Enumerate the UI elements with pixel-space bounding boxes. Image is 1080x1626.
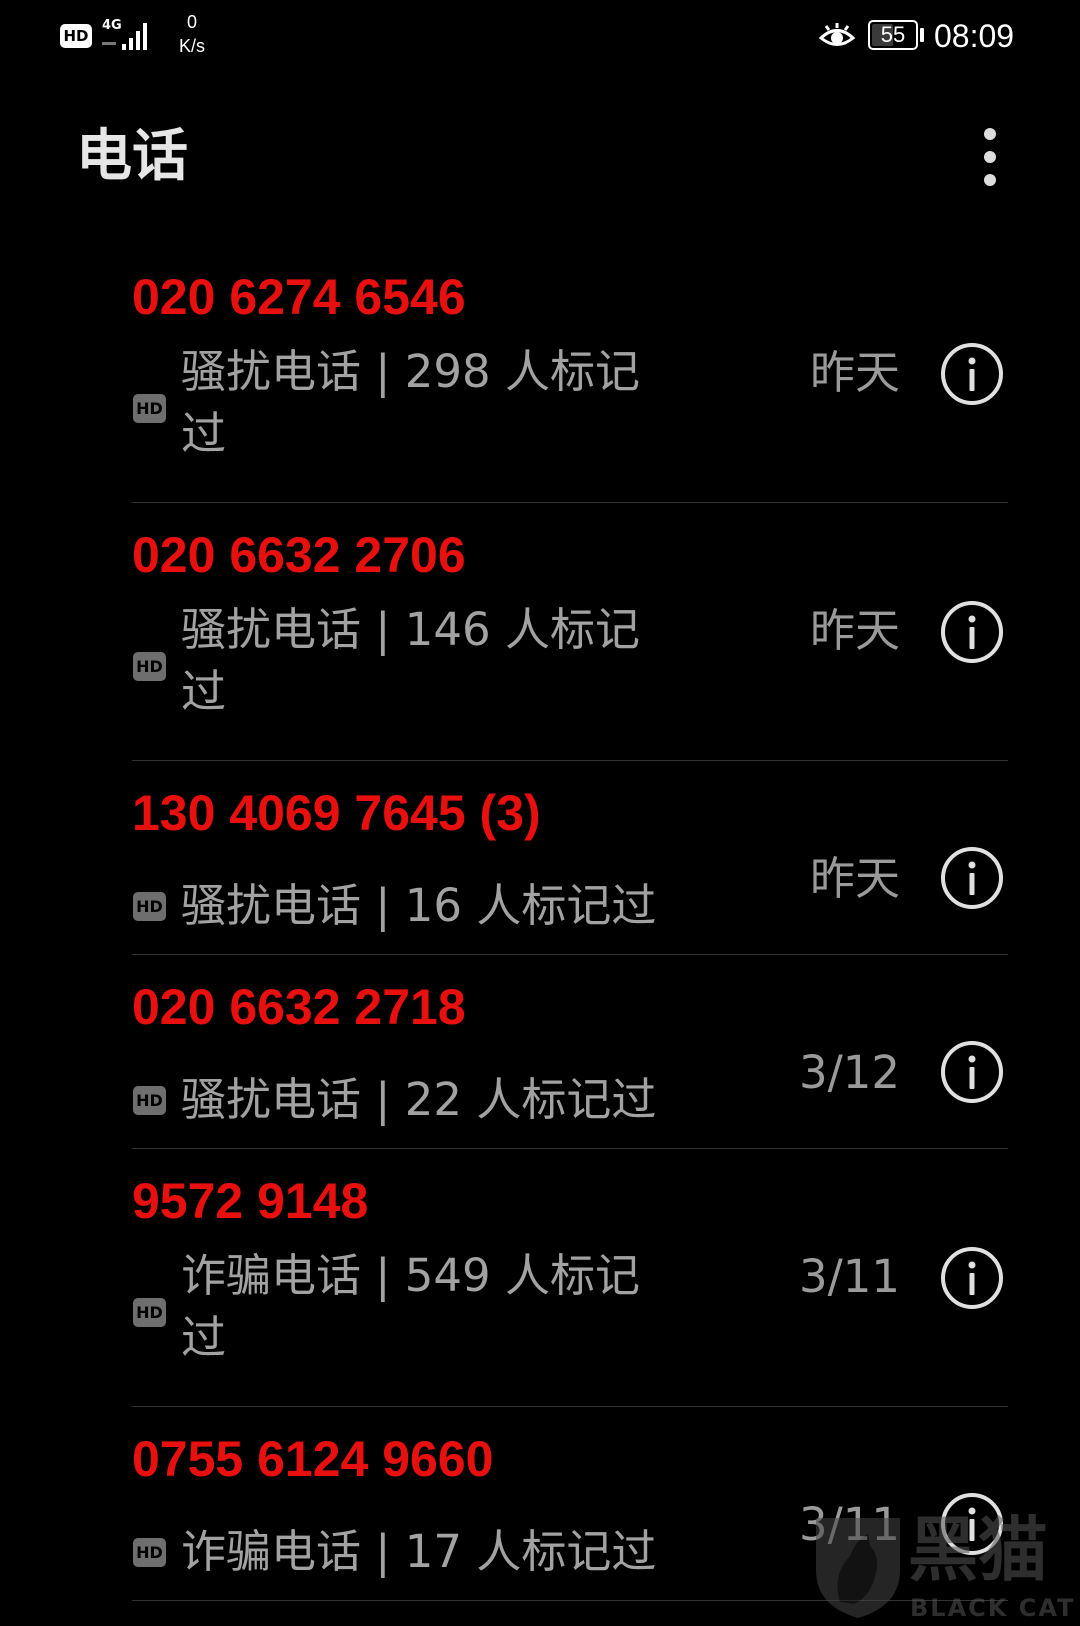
call-log-item[interactable]: 9572 9148 HD 诈骗电话 | 549 人标记过 3/11 [0, 1149, 1080, 1407]
call-log-list: 020 6274 6546 HD 骚扰电话 | 298 人标记过 昨天 020 … [0, 245, 1080, 1601]
caller-number: 9572 9148 [132, 1173, 369, 1229]
status-bar: HD 4G 0 K/s 55 08:09 [0, 0, 1080, 80]
hd-call-icon: HD [133, 1298, 166, 1327]
caller-number: 020 6632 2706 [132, 527, 466, 583]
call-log-item[interactable]: 020 6632 2706 HD 骚扰电话 | 146 人标记过 昨天 [0, 503, 1080, 761]
call-date: 3/12 [798, 1046, 900, 1099]
call-log-item[interactable]: 020 6274 6546 HD 骚扰电话 | 298 人标记过 昨天 [0, 245, 1080, 503]
call-details-button[interactable] [940, 1040, 1004, 1104]
hd-call-icon: HD [133, 394, 166, 423]
caller-tag: 诈骗电话 | 549 人标记过 [181, 1249, 640, 1364]
battery-icon: 55 [868, 20, 918, 50]
call-details-button[interactable] [940, 1246, 1004, 1310]
watermark: 黑猫 BLACK CAT [810, 1510, 1080, 1626]
info-icon [941, 1247, 1003, 1309]
call-log-item[interactable]: 020 6632 2718 HD 骚扰电话 | 22 人标记过 3/12 [0, 955, 1080, 1149]
network-speed-value: 0 [186, 12, 197, 32]
info-icon [941, 1041, 1003, 1103]
call-date: 昨天 [809, 604, 900, 657]
more-options-button[interactable] [970, 124, 1010, 190]
watermark-subtext: BLACK CAT [910, 1594, 1076, 1622]
cat-logo-icon [816, 1518, 900, 1618]
call-details-button[interactable] [940, 600, 1004, 664]
signal-bars-icon: 4G [102, 18, 154, 54]
page-title: 电话 [76, 124, 188, 189]
call-date: 昨天 [809, 346, 900, 399]
info-icon [941, 601, 1003, 663]
caller-number: 0755 6124 9660 [132, 1431, 494, 1487]
caller-number: 020 6274 6546 [132, 269, 466, 325]
hd-call-icon: HD [133, 1538, 166, 1567]
info-icon [941, 343, 1003, 405]
caller-number: 020 6632 2718 [132, 979, 466, 1035]
info-icon [941, 847, 1003, 909]
network-speed-unit: K/s [178, 36, 205, 56]
call-date: 3/11 [798, 1250, 900, 1303]
hd-call-icon: HD [133, 652, 166, 681]
clock: 08:09 [934, 18, 1015, 54]
hd-call-icon: HD [133, 892, 166, 921]
watermark-text: 黑猫 [908, 1509, 1048, 1591]
call-details-button[interactable] [940, 342, 1004, 406]
caller-tag: 骚扰电话 | 298 人标记过 [181, 345, 640, 460]
battery-cap [920, 28, 924, 42]
network-speed: 0 K/s [168, 10, 216, 58]
caller-tag: 骚扰电话 | 22 人标记过 [181, 1073, 657, 1126]
call-log-item[interactable]: 130 4069 7645 (3) HD 骚扰电话 | 16 人标记过 昨天 [0, 761, 1080, 955]
caller-tag: 骚扰电话 | 146 人标记过 [181, 603, 640, 718]
call-date: 昨天 [809, 852, 900, 905]
caller-tag: 骚扰电话 | 16 人标记过 [181, 879, 657, 932]
eye-comfort-icon [818, 22, 856, 56]
hd-voice-indicator: HD [60, 24, 92, 48]
battery-level-text: 55 [880, 22, 906, 47]
call-details-button[interactable] [940, 846, 1004, 910]
hd-call-icon: HD [133, 1086, 166, 1115]
caller-number: 130 4069 7645 (3) [132, 785, 541, 841]
caller-tag: 诈骗电话 | 17 人标记过 [181, 1525, 657, 1578]
